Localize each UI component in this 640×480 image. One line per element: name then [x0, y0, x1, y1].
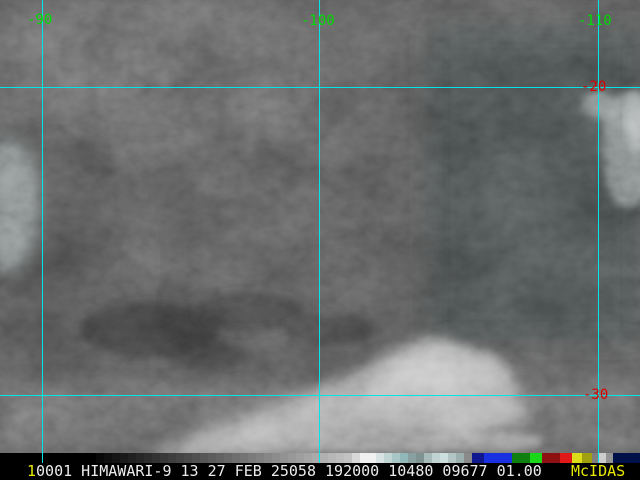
satellite-image[interactable]	[0, 0, 640, 456]
mcidas-display: 10001 HIMAWARI-9 13 27 FEB 25058 192000 …	[0, 0, 640, 480]
mcidas-logo-text: McIDAS	[571, 462, 626, 480]
frame-label-text: 10001 HIMAWARI-9 13 27 FEB 25058 192000 …	[27, 463, 542, 480]
satellite-image-canvas	[0, 0, 640, 456]
status-bar: 10001 HIMAWARI-9 13 27 FEB 25058 192000 …	[0, 463, 640, 480]
colorbar-segment	[542, 453, 560, 463]
frame-number: 1	[27, 462, 37, 480]
image-info: 0001 HIMAWARI-9 13 27 FEB 25058 192000 1…	[36, 462, 542, 480]
